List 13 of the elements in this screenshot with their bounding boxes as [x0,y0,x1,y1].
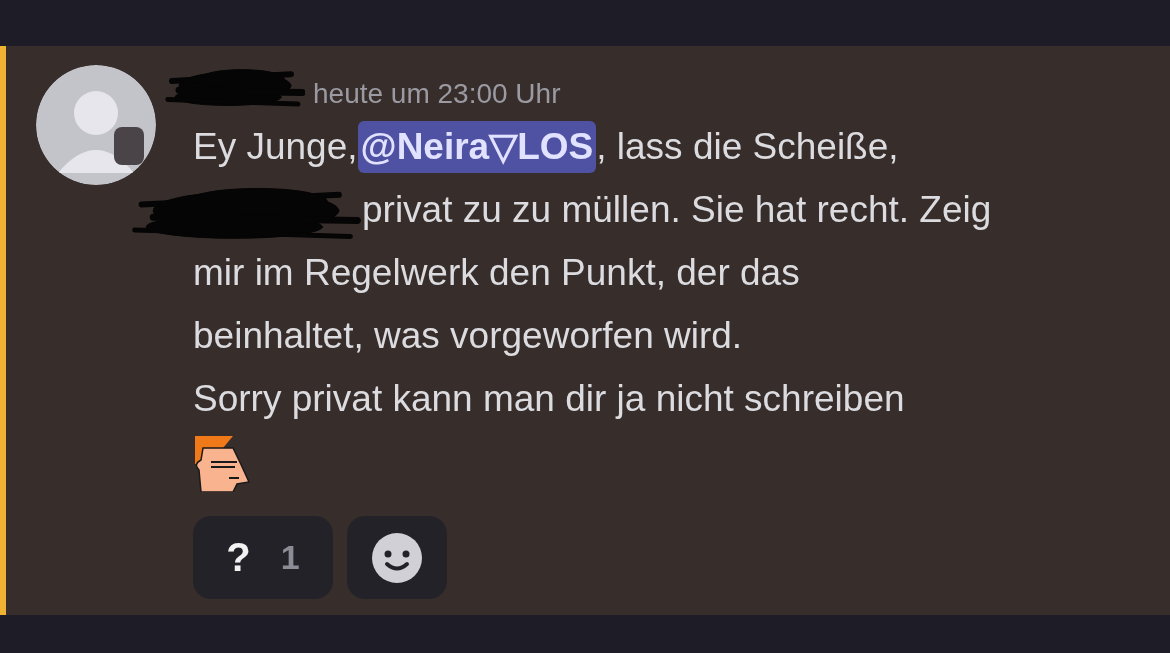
message-text: Ey Junge, [193,125,358,169]
emoji-icon [193,434,251,492]
message-text: , lass die Scheiße, [596,125,899,169]
reaction-button[interactable]: ? 1 [193,516,333,599]
timestamp: heute um 23:00 Uhr [313,77,561,111]
mention-link[interactable]: @Neira▽LOS [357,120,597,173]
message-text: mir im Regelwerk den Punkt, der das [193,251,800,295]
message-text: privat zu zu müllen. Sie hat recht. Zeig [362,188,992,232]
avatar[interactable] [36,65,156,185]
message-text: beinhaltet, was vorgeworfen wird. [193,314,743,358]
smiley-icon [372,532,422,583]
add-reaction-button[interactable] [347,516,447,599]
message-text: Sorry privat kann man dir ja nicht schreiben [193,377,905,421]
